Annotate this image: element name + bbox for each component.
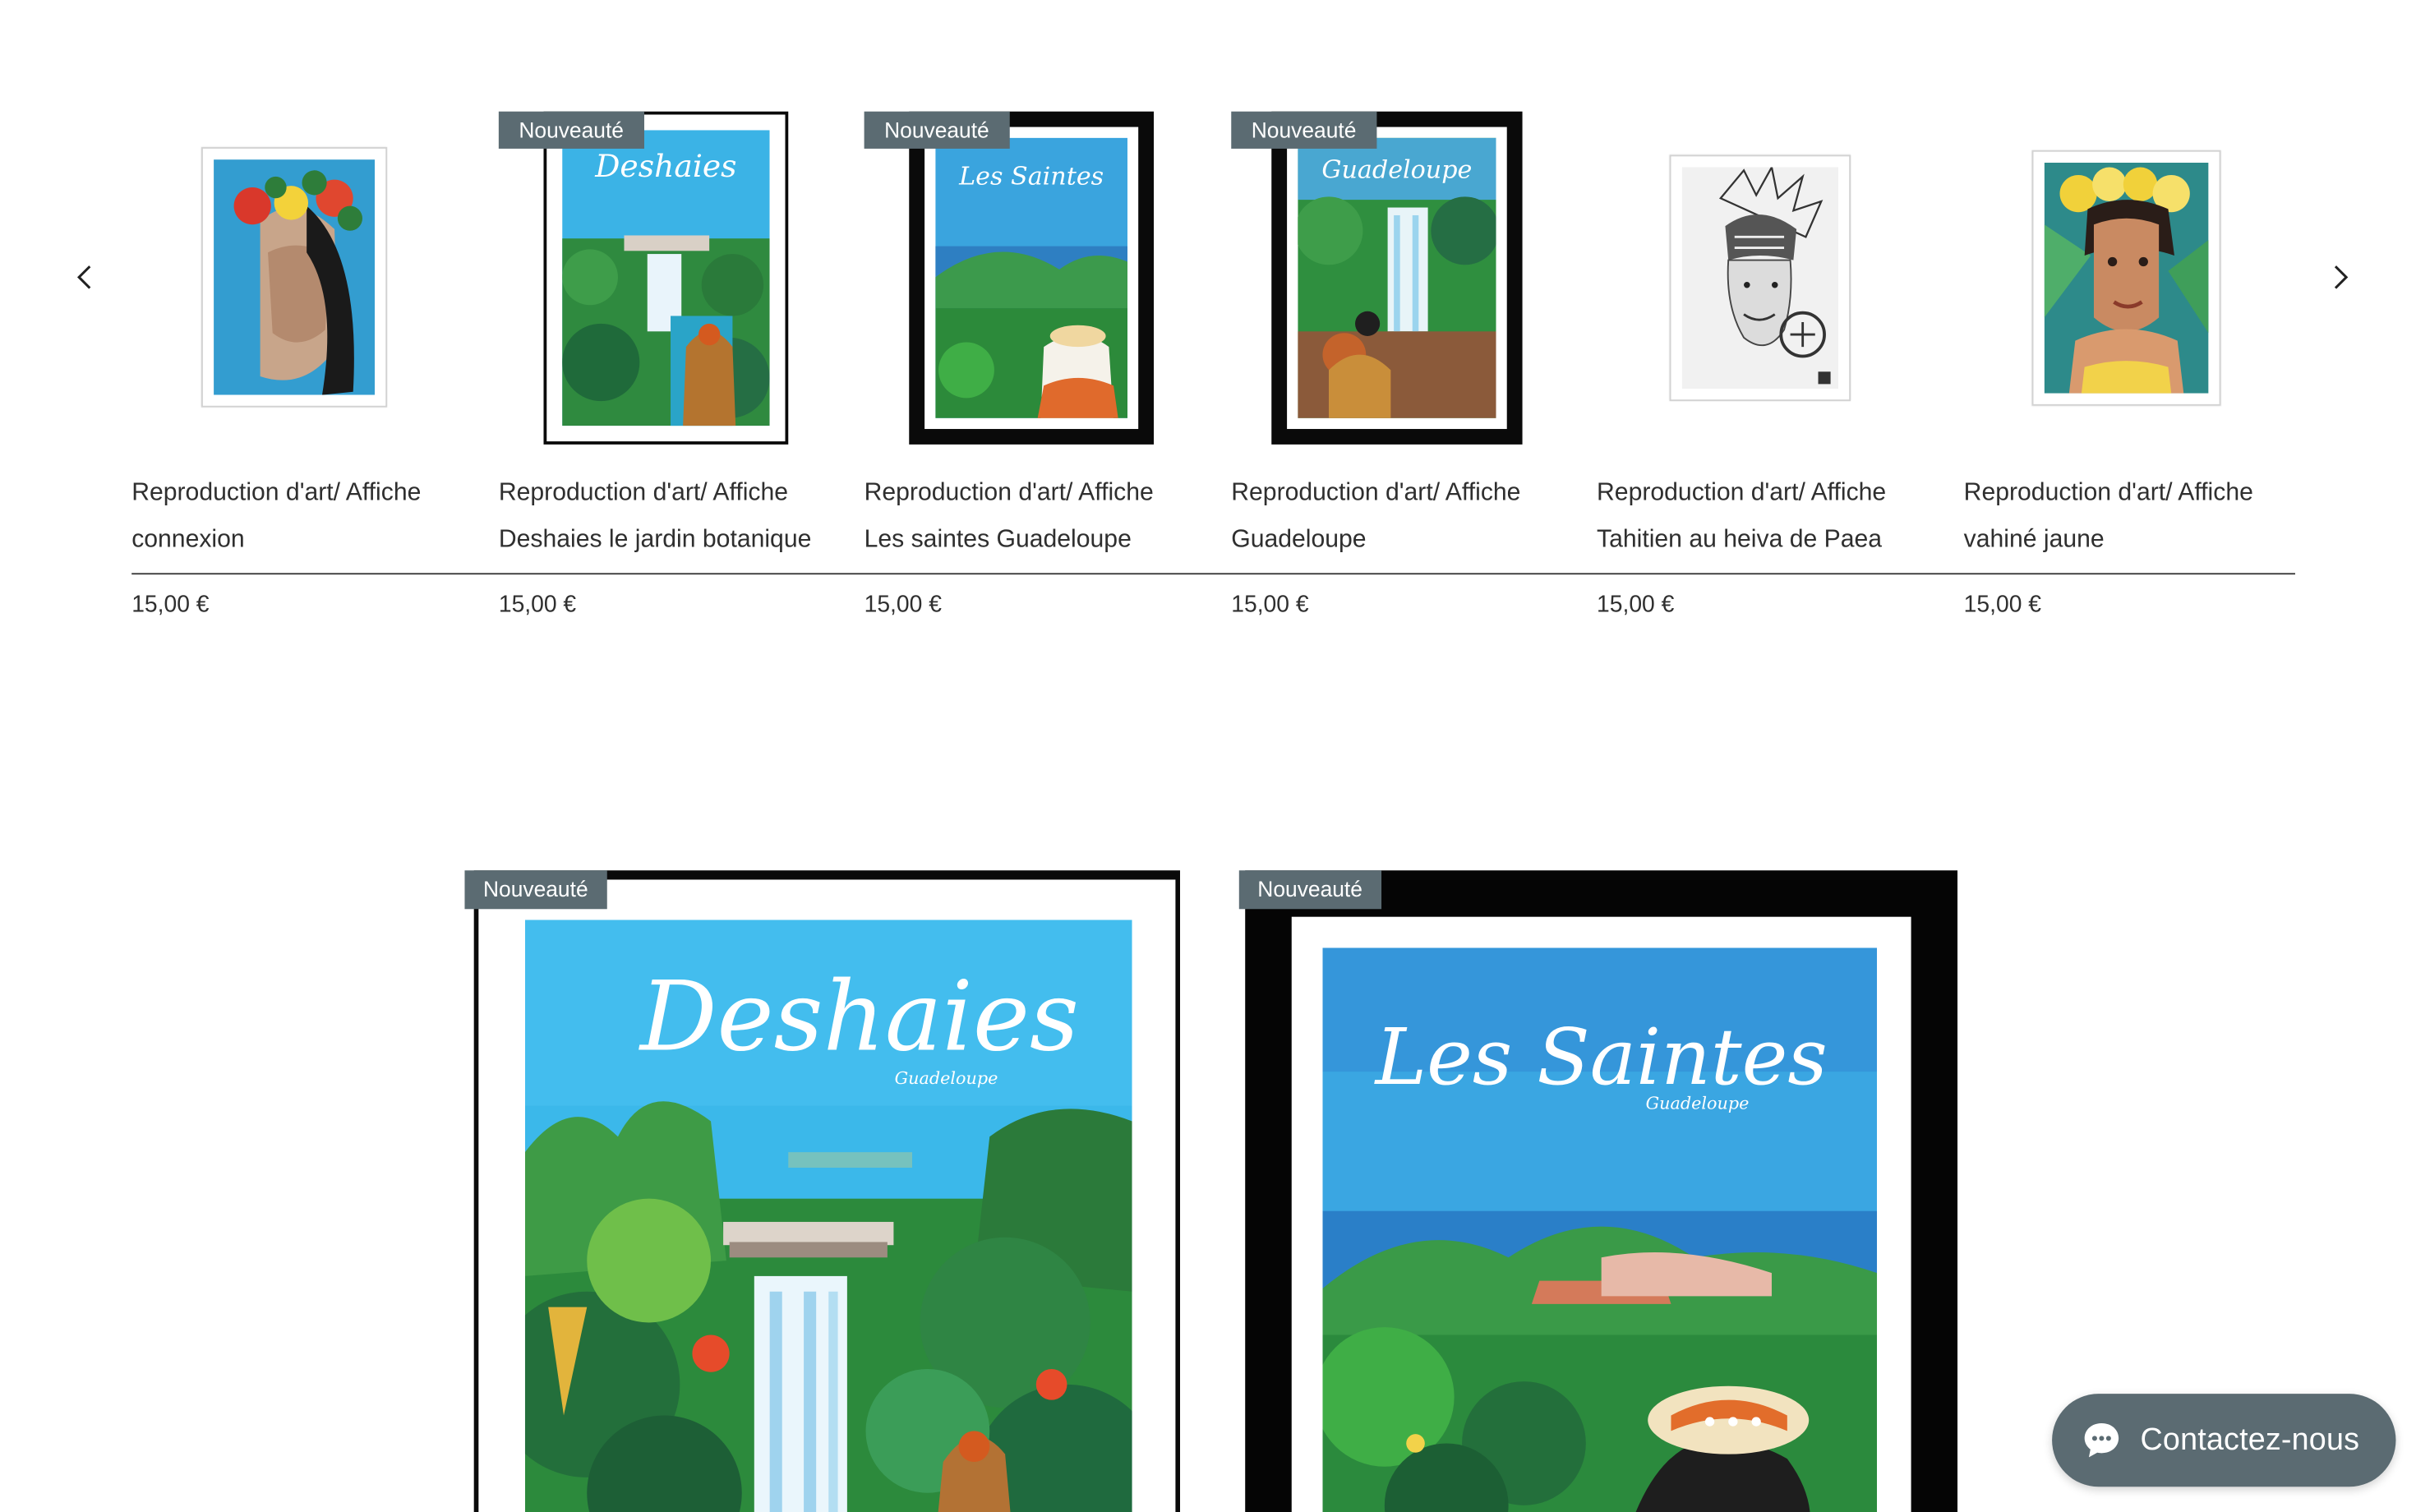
svg-text:Deshaies: Deshaies [594, 148, 736, 184]
featured-frame: Les Saintes Guadeloupe [1245, 870, 1958, 1512]
chat-bubble-icon [2082, 1420, 2122, 1460]
product-card[interactable]: Deshaies Nouveauté Reproduction d'art/ A… [498, 99, 824, 642]
svg-text:Les Saintes: Les Saintes [958, 162, 1104, 191]
product-name[interactable]: Reproduction d'art/ Affiche Guadeloupe [1231, 471, 1572, 564]
page-content: Reproduction d'art/ Affiche connexion 15… [0, 0, 2416, 1512]
badge-new: Nouveauté [1231, 111, 1376, 149]
product-name[interactable]: Reproduction d'art/ Affiche Les saintes … [865, 471, 1206, 564]
poster-subtitle: Guadeloupe [1646, 1093, 1750, 1113]
product-price: 15,00 € [1231, 591, 1309, 618]
artwork-vahine-jaune [2044, 161, 2209, 393]
product-name[interactable]: Reproduction d'art/ Affiche Tahitien au … [1597, 471, 1938, 564]
artwork-connexion [214, 159, 376, 395]
product-price: 15,00 € [498, 591, 577, 618]
artwork-les-saintes: Les Saintes [935, 137, 1127, 418]
product-card[interactable]: Guadeloupe Nouveauté Reproduction d'art/… [1231, 99, 1556, 642]
product-image-area: Guadeloupe Nouveauté [1231, 99, 1556, 455]
product-image[interactable] [1668, 154, 1851, 401]
chat-label: Contactez-nous [2140, 1422, 2360, 1457]
product-image[interactable] [2031, 149, 2221, 405]
chevron-left-icon [76, 265, 91, 289]
featured-artwork[interactable]: Deshaies Guadeloupe [524, 920, 1132, 1512]
product-price: 15,00 € [1963, 591, 2041, 618]
product-image-area: Deshaies Nouveauté [498, 99, 824, 455]
featured-frame: Deshaies Guadeloupe [473, 870, 1181, 1512]
svg-text:Guadeloupe: Guadeloupe [1321, 156, 1472, 185]
artwork-les-saintes-large: Les Saintes Guadeloupe [1322, 947, 1878, 1512]
product-price: 15,00 € [864, 591, 942, 618]
badge-new: Nouveauté [464, 870, 607, 910]
product-image-area [1964, 99, 2289, 455]
carousel-divider [131, 573, 2295, 575]
product-image[interactable] [201, 147, 388, 408]
featured-artwork[interactable]: Les Saintes Guadeloupe [1322, 947, 1878, 1512]
product-image-area: Les Saintes Nouveauté [864, 99, 1190, 455]
product-image-area [1597, 99, 1922, 455]
carousel-prev-button[interactable] [68, 260, 102, 294]
product-card[interactable]: Reproduction d'art/ Affiche connexion 15… [131, 99, 457, 642]
product-card[interactable]: Reproduction d'art/ Affiche vahiné jaune… [1964, 99, 2289, 642]
product-image[interactable]: Les Saintes [909, 111, 1155, 445]
poster-title: Deshaies [639, 961, 1079, 1073]
artwork-deshaies: Deshaies [562, 130, 770, 426]
artwork-deshaies-large: Deshaies Guadeloupe [524, 920, 1132, 1512]
carousel-next-button[interactable] [2323, 260, 2357, 294]
product-price: 15,00 € [131, 591, 210, 618]
contact-chat-button[interactable]: Contactez-nous [2052, 1394, 2396, 1487]
product-card[interactable]: Les Saintes Nouveauté Reproduction d'art… [864, 99, 1190, 642]
poster-title: Les Saintes [1374, 1013, 1828, 1103]
product-image[interactable]: Guadeloupe [1271, 111, 1523, 445]
product-name[interactable]: Reproduction d'art/ Affiche connexion [131, 471, 473, 564]
chevron-right-icon [2334, 265, 2349, 289]
badge-new: Nouveauté [498, 111, 644, 149]
artwork-tahitien [1681, 166, 1838, 389]
featured-product-card[interactable]: Les Saintes Guadeloupe Nouveauté [1238, 870, 1958, 1512]
product-image[interactable]: Deshaies [543, 111, 789, 445]
artwork-guadeloupe: Guadeloupe [1298, 137, 1496, 418]
product-name[interactable]: Reproduction d'art/ Affiche Deshaies le … [499, 471, 840, 564]
poster-subtitle: Guadeloupe [895, 1068, 998, 1088]
product-card[interactable]: Reproduction d'art/ Affiche Tahitien au … [1597, 99, 1922, 642]
product-name[interactable]: Reproduction d'art/ Affiche vahiné jaune [1964, 471, 2305, 564]
product-price: 15,00 € [1597, 591, 1675, 618]
featured-product-card[interactable]: Deshaies Guadeloupe Nouveauté [464, 870, 1181, 1512]
badge-new: Nouveauté [1238, 870, 1381, 910]
page: Reproduction d'art/ Affiche connexion 15… [0, 0, 2416, 1512]
badge-new: Nouveauté [864, 111, 1010, 149]
product-image-area [131, 99, 457, 455]
